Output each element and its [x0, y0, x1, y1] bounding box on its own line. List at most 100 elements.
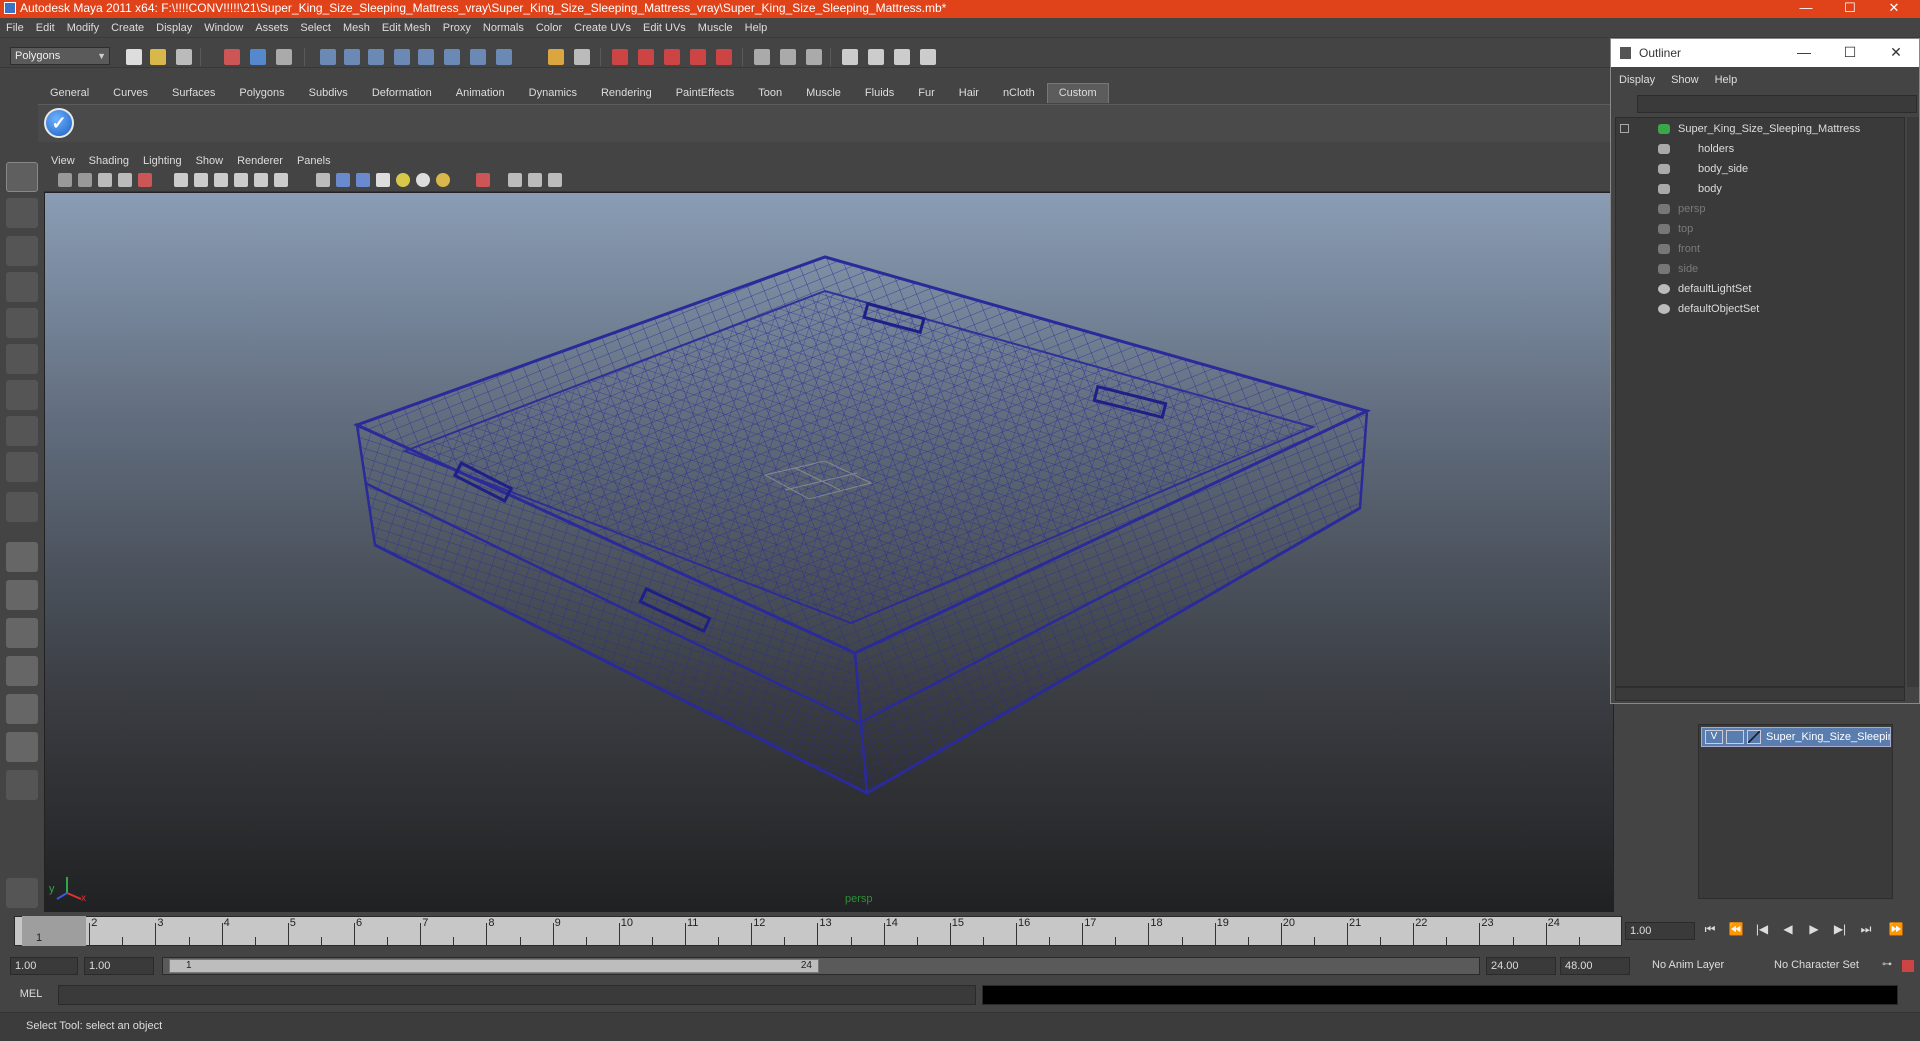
step-back-frame-button[interactable]: |◀ [1751, 922, 1773, 940]
gate-mask-icon[interactable] [214, 173, 228, 187]
last-tool-icon[interactable] [6, 492, 38, 522]
smooth-shade-icon[interactable] [336, 173, 350, 187]
layout-single-icon[interactable] [842, 49, 858, 65]
shelf-tab-fluids[interactable]: Fluids [853, 83, 906, 104]
end-time-field[interactable]: 48.00 [1560, 957, 1630, 975]
outliner-menu-display[interactable]: Display [1611, 71, 1663, 89]
lasso-tool-icon[interactable] [6, 198, 38, 228]
film-gate-icon[interactable] [174, 173, 188, 187]
xray-joints-icon[interactable] [528, 173, 542, 187]
outliner-minimize-button[interactable]: — [1781, 39, 1827, 67]
layer-color-swatch[interactable] [1747, 730, 1761, 744]
camera-select-icon[interactable] [58, 173, 72, 187]
menu-select[interactable]: Select [294, 18, 337, 38]
shelf-tab-curves[interactable]: Curves [101, 83, 160, 104]
step-forward-frame-button[interactable]: ▶| [1829, 922, 1851, 940]
shelf-tab-custom[interactable]: Custom [1046, 83, 1109, 103]
viewport-menu-show[interactable]: Show [189, 152, 231, 170]
step-back-key-button[interactable]: ⏪ [1725, 922, 1747, 940]
soft-modification-icon[interactable] [6, 416, 38, 446]
shelf-tab-fur[interactable]: Fur [906, 83, 947, 104]
shelf-tab-animation[interactable]: Animation [444, 83, 517, 104]
shelf-tab-ncloth[interactable]: nCloth [991, 83, 1047, 104]
layout-hypershade-icon[interactable] [6, 694, 38, 724]
paint-select-tool-icon[interactable] [6, 236, 38, 266]
snap-grid-icon[interactable] [320, 49, 336, 65]
menu-assets[interactable]: Assets [249, 18, 294, 38]
select-hierarchy-icon[interactable] [224, 49, 240, 65]
shadows-icon[interactable] [416, 173, 430, 187]
range-slider[interactable]: 1 24 [162, 957, 1480, 975]
time-slider[interactable]: 123456789101112131415161718192021222324 … [0, 912, 1625, 950]
current-time-field[interactable]: 1.00 [1625, 922, 1695, 940]
hypershade-icon[interactable] [690, 49, 706, 65]
snap-point-icon[interactable] [368, 49, 384, 65]
shelf-tab-polygons[interactable]: Polygons [227, 83, 296, 104]
universal-manipulator-icon[interactable] [6, 380, 38, 410]
viewport-menu-panels[interactable]: Panels [290, 152, 338, 170]
shelf-tab-dynamics[interactable]: Dynamics [517, 83, 589, 104]
shelf-tab-muscle[interactable]: Muscle [794, 83, 853, 104]
menu-set-selector[interactable]: Polygons ▼ [10, 47, 110, 65]
new-scene-icon[interactable] [126, 49, 142, 65]
layer-row[interactable]: V Super_King_Size_Sleeping_Mattress [1701, 727, 1891, 747]
xray-icon[interactable] [508, 173, 522, 187]
resolution-gate-icon[interactable] [194, 173, 208, 187]
menu-edit[interactable]: Edit [30, 18, 61, 38]
playback-end-field[interactable]: 24.00 [1486, 957, 1556, 975]
menu-create-uvs[interactable]: Create UVs [568, 18, 637, 38]
minimize-button[interactable]: — [1784, 0, 1828, 18]
snap-view-icon[interactable] [444, 49, 460, 65]
menu-create[interactable]: Create [105, 18, 150, 38]
command-language-label[interactable]: MEL [10, 988, 52, 1000]
step-forward-key-button[interactable]: ⏭ [1855, 922, 1877, 940]
isolate-select-icon[interactable] [476, 173, 490, 187]
menu-proxy[interactable]: Proxy [437, 18, 477, 38]
viewport-menu-view[interactable]: View [44, 152, 82, 170]
render-settings-icon[interactable] [664, 49, 680, 65]
collapse-icon[interactable] [1620, 124, 1629, 133]
wireframe-icon[interactable] [316, 173, 330, 187]
anim-layer-selector[interactable]: No Anim Layer [1648, 957, 1756, 975]
move-tool-icon[interactable] [6, 272, 38, 302]
viewport-menu-lighting[interactable]: Lighting [136, 152, 189, 170]
key-icon[interactable]: ⊶ [1882, 959, 1892, 970]
play-forwards-button[interactable]: ▶ [1803, 922, 1825, 940]
safe-title-icon[interactable] [274, 173, 288, 187]
layout-graph-icon[interactable] [920, 49, 936, 65]
play-backwards-button[interactable]: ◀ [1777, 922, 1799, 940]
help-query-icon[interactable] [496, 49, 512, 65]
menu-muscle[interactable]: Muscle [692, 18, 739, 38]
render-current-icon[interactable] [612, 49, 628, 65]
camera-attributes-icon[interactable] [78, 173, 92, 187]
snap-curve-icon[interactable] [344, 49, 360, 65]
outliner-maximize-button[interactable]: ☐ [1827, 39, 1873, 67]
perspective-viewport[interactable]: y x persp [44, 192, 1614, 912]
menu-display[interactable]: Display [150, 18, 198, 38]
playback-start-field[interactable]: 1.00 [84, 957, 154, 975]
save-scene-icon[interactable] [176, 49, 192, 65]
layout-single-perspective-icon[interactable] [6, 542, 38, 572]
channel-box-icon[interactable] [754, 49, 770, 65]
outliner-menu-help[interactable]: Help [1707, 71, 1746, 89]
layout-persp-uv-icon[interactable] [6, 732, 38, 762]
shelf-tab-toon[interactable]: Toon [746, 83, 794, 104]
current-frame-marker[interactable]: 1 [22, 916, 86, 946]
layout-persp-outliner-icon[interactable] [6, 618, 38, 648]
shelf-tab-general[interactable]: General [38, 83, 101, 104]
layout-four-icon[interactable] [868, 49, 884, 65]
select-tool-icon[interactable] [6, 162, 38, 192]
layout-four-view-icon[interactable] [6, 580, 38, 610]
layer-playback-toggle[interactable] [1726, 730, 1744, 744]
grid-icon[interactable] [138, 173, 152, 187]
character-set-selector[interactable]: No Character Set [1770, 957, 1882, 975]
lock-icon[interactable] [548, 49, 564, 65]
quick-layout-icon[interactable] [6, 878, 38, 908]
open-scene-icon[interactable] [150, 49, 166, 65]
viewport-menu-shading[interactable]: Shading [82, 152, 136, 170]
layout-persp-graph-icon[interactable] [6, 656, 38, 686]
menu-edit-mesh[interactable]: Edit Mesh [376, 18, 437, 38]
tool-settings-icon[interactable] [806, 49, 822, 65]
outliner-menu-show[interactable]: Show [1663, 71, 1707, 89]
select-object-icon[interactable] [250, 49, 266, 65]
